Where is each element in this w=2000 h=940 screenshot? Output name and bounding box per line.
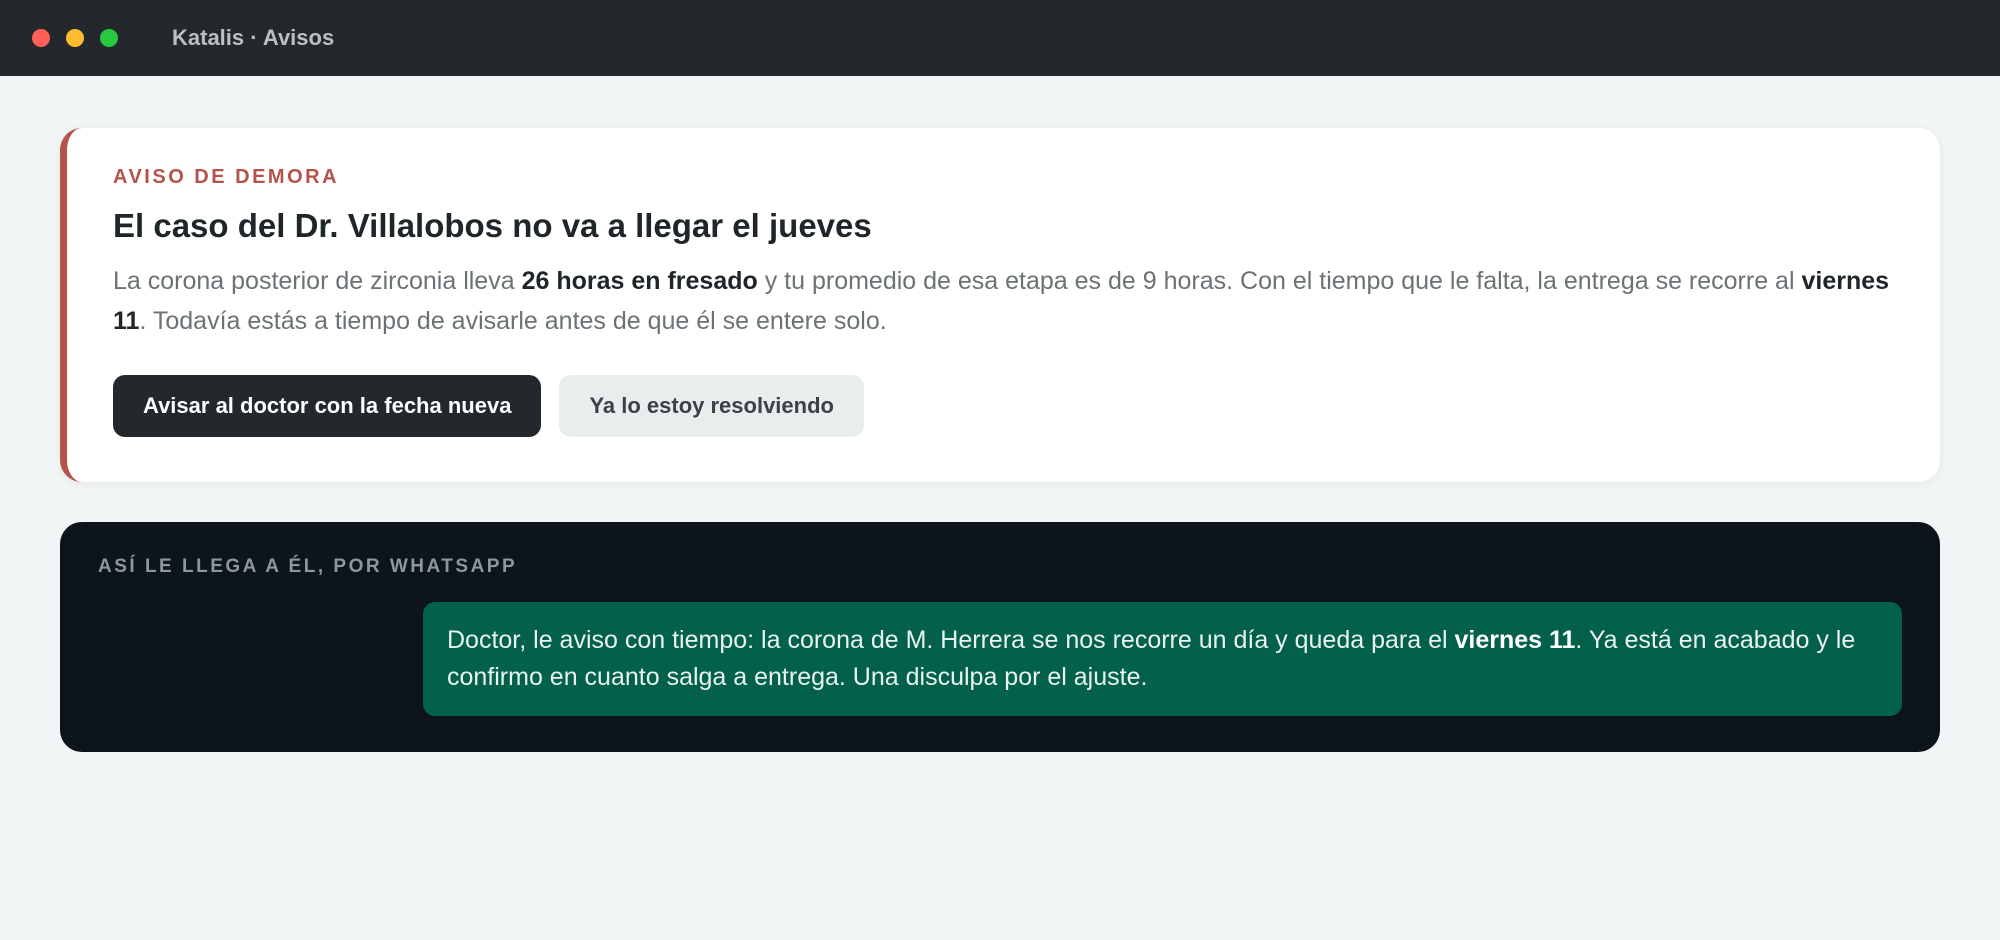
- alert-body-emphasis: 26 horas en fresado: [521, 267, 758, 295]
- alert-kicker: AVISO DE DEMORA: [113, 166, 340, 188]
- alert-title: El caso del Dr. Villalobos no va a llega…: [113, 207, 872, 244]
- preview-kicker: ASÍ LE LLEGA A ÉL, POR WHATSAPP: [98, 556, 518, 577]
- notify-doctor-button[interactable]: Avisar al doctor con la fecha nueva: [113, 375, 542, 437]
- message-emphasis: viernes 11: [1454, 626, 1576, 654]
- whatsapp-message-bubble: Doctor, le aviso con tiempo: la corona d…: [423, 602, 1902, 716]
- alert-actions: Avisar al doctor con la fecha nueva Ya l…: [113, 375, 1894, 437]
- window-titlebar: Katalis · Avisos: [0, 0, 2000, 76]
- alert-body: La corona posterior de zirconia lleva 26…: [113, 261, 1894, 341]
- alert-body-text: La corona posterior de zirconia lleva: [113, 267, 522, 295]
- delay-alert-card: AVISO DE DEMORA El caso del Dr. Villalob…: [60, 128, 1940, 482]
- whatsapp-preview-card: ASÍ LE LLEGA A ÉL, POR WHATSAPP Doctor, …: [60, 522, 1940, 752]
- maximize-window-icon[interactable]: [100, 29, 118, 47]
- window-title: Katalis · Avisos: [172, 25, 335, 50]
- close-window-icon[interactable]: [32, 29, 50, 47]
- main-content: AVISO DE DEMORA El caso del Dr. Villalob…: [0, 76, 2000, 752]
- alert-body-text: y tu promedio de esa etapa es de 9 horas…: [757, 267, 1802, 295]
- minimize-window-icon[interactable]: [66, 29, 84, 47]
- message-text: Doctor, le aviso con tiempo: la corona d…: [447, 626, 1455, 654]
- alert-body-text: . Todavía estás a tiempo de avisarle ant…: [139, 307, 887, 335]
- already-resolving-button[interactable]: Ya lo estoy resolviendo: [559, 375, 864, 437]
